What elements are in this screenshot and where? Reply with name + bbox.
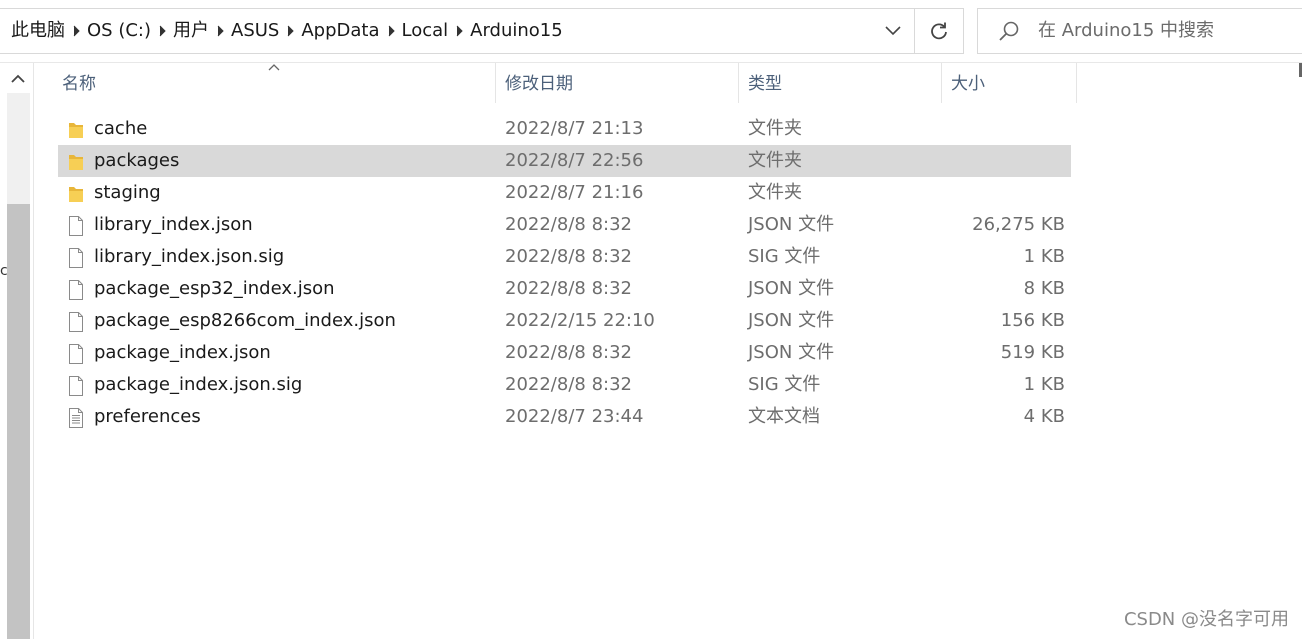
search-icon	[999, 21, 1019, 41]
nav-item-fragment: c	[0, 263, 8, 279]
column-divider[interactable]	[1076, 63, 1077, 103]
file-row[interactable]: package_esp32_index.json 2022/8/8 8:32 JSO…	[58, 273, 1071, 305]
scroll-up-button[interactable]	[7, 63, 29, 93]
chevron-right-icon[interactable]	[380, 9, 402, 53]
column-header-size[interactable]: 大小	[941, 63, 1076, 103]
chevron-right-icon[interactable]	[279, 9, 301, 53]
folder-icon	[66, 151, 86, 173]
file-row[interactable]: package_esp8266com_index.json 2022/2/15 2…	[58, 305, 1071, 337]
file-name: preferences	[94, 406, 201, 427]
scrollbar-track[interactable]	[7, 93, 30, 204]
file-type: JSON 文件	[748, 214, 835, 235]
refresh-button[interactable]	[914, 9, 963, 53]
file-type: 文件夹	[748, 150, 802, 171]
file-row[interactable]: cache 2022/8/7 21:13 文件夹	[58, 113, 1071, 145]
file-size: 1 KB	[1023, 246, 1065, 267]
file-name: library_index.json	[94, 214, 253, 235]
file-modified-date: 2022/8/8 8:32	[505, 342, 632, 363]
file-type: 文本文档	[748, 406, 820, 427]
file-name: library_index.json.sig	[94, 246, 285, 267]
file-row[interactable]: package_index.json 2022/8/8 8:32 JSON 文件 51…	[58, 337, 1071, 369]
file-size: 1 KB	[1023, 374, 1065, 395]
file-row[interactable]: library_index.json 2022/8/8 8:32 JSON 文件 26…	[58, 209, 1071, 241]
breadcrumb-item-local[interactable]: Local	[402, 9, 449, 53]
refresh-icon	[931, 22, 947, 40]
file-modified-date: 2022/8/7 21:13	[505, 118, 644, 139]
chevron-right-icon[interactable]	[151, 9, 173, 53]
file-size: 519 KB	[1000, 342, 1065, 363]
file-modified-date: 2022/8/7 21:16	[505, 182, 644, 203]
file-name: package_esp32_index.json	[94, 278, 335, 299]
file-type: JSON 文件	[748, 342, 835, 363]
text-file-icon	[66, 407, 86, 429]
file-type: JSON 文件	[748, 278, 835, 299]
file-modified-date: 2022/2/15 22:10	[505, 310, 655, 331]
chevron-right-icon[interactable]	[448, 9, 470, 53]
file-size: 8 KB	[1023, 278, 1065, 299]
file-size: 4 KB	[1023, 406, 1065, 427]
chevron-right-icon[interactable]	[209, 9, 231, 53]
breadcrumb-item-users[interactable]: 用户	[173, 9, 209, 53]
file-type: SIG 文件	[748, 374, 821, 395]
file-modified-date: 2022/8/7 23:44	[505, 406, 644, 427]
file-modified-date: 2022/8/8 8:32	[505, 374, 632, 395]
file-row[interactable]: library_index.json.sig 2022/8/8 8:32 SIG 文…	[58, 241, 1071, 273]
file-icon	[66, 247, 86, 269]
search-input[interactable]: 在 Arduino15 中搜索	[1038, 9, 1214, 53]
file-icon	[66, 215, 86, 237]
scrollbar-thumb[interactable]	[7, 204, 30, 639]
file-type: SIG 文件	[748, 246, 821, 267]
file-name: package_index.json.sig	[94, 374, 303, 395]
file-modified-date: 2022/8/8 8:32	[505, 214, 632, 235]
file-modified-date: 2022/8/7 22:56	[505, 150, 644, 171]
file-icon	[66, 279, 86, 301]
file-size: 26,275 KB	[972, 214, 1065, 235]
file-name: staging	[94, 182, 161, 203]
file-modified-date: 2022/8/8 8:32	[505, 278, 632, 299]
chevron-up-icon	[11, 74, 25, 83]
file-type: 文件夹	[748, 182, 802, 203]
column-header-date[interactable]: 修改日期	[495, 63, 738, 103]
folder-icon	[66, 183, 86, 205]
breadcrumb-item-arduino15[interactable]: Arduino15	[470, 9, 563, 53]
file-row[interactable]: packages 2022/8/7 22:56 文件夹	[58, 145, 1071, 177]
breadcrumb-item-drive[interactable]: OS (C:)	[87, 9, 151, 53]
file-type: 文件夹	[748, 118, 802, 139]
file-row[interactable]: package_index.json.sig 2022/8/8 8:32 SIG 文…	[58, 369, 1071, 401]
file-row[interactable]: preferences 2022/8/7 23:44 文本文档 4 KB	[58, 401, 1071, 433]
search-box[interactable]: 在 Arduino15 中搜索	[977, 8, 1302, 54]
breadcrumb-item-this-pc[interactable]: 此电脑	[0, 9, 65, 53]
chevron-down-icon	[885, 26, 901, 36]
navigation-pane: c	[0, 63, 34, 639]
address-bar[interactable]: 此电脑 OS (C:) 用户 ASUS AppData Local Arduin…	[0, 8, 964, 54]
file-icon	[66, 375, 86, 397]
breadcrumb-item-appdata[interactable]: AppData	[301, 9, 379, 53]
file-row[interactable]: staging 2022/8/7 21:16 文件夹	[58, 177, 1071, 209]
address-bar-row: 此电脑 OS (C:) 用户 ASUS AppData Local Arduin…	[0, 0, 1302, 63]
file-icon	[66, 343, 86, 365]
column-header-name[interactable]: 名称	[52, 63, 496, 103]
breadcrumb: 此电脑 OS (C:) 用户 ASUS AppData Local Arduin…	[0, 9, 563, 53]
file-name: package_esp8266com_index.json	[94, 310, 396, 331]
file-name: cache	[94, 118, 148, 139]
chevron-right-icon[interactable]	[65, 9, 87, 53]
file-size: 156 KB	[1000, 310, 1065, 331]
file-modified-date: 2022/8/8 8:32	[505, 246, 632, 267]
history-dropdown-button[interactable]	[872, 9, 914, 53]
file-icon	[66, 311, 86, 333]
file-name: package_index.json	[94, 342, 271, 363]
watermark: CSDN @没名字可用	[1123, 609, 1289, 630]
column-header-type[interactable]: 类型	[738, 63, 941, 103]
folder-icon	[66, 119, 86, 141]
file-type: JSON 文件	[748, 310, 835, 331]
breadcrumb-item-asus[interactable]: ASUS	[231, 9, 279, 53]
file-name: packages	[94, 150, 180, 171]
